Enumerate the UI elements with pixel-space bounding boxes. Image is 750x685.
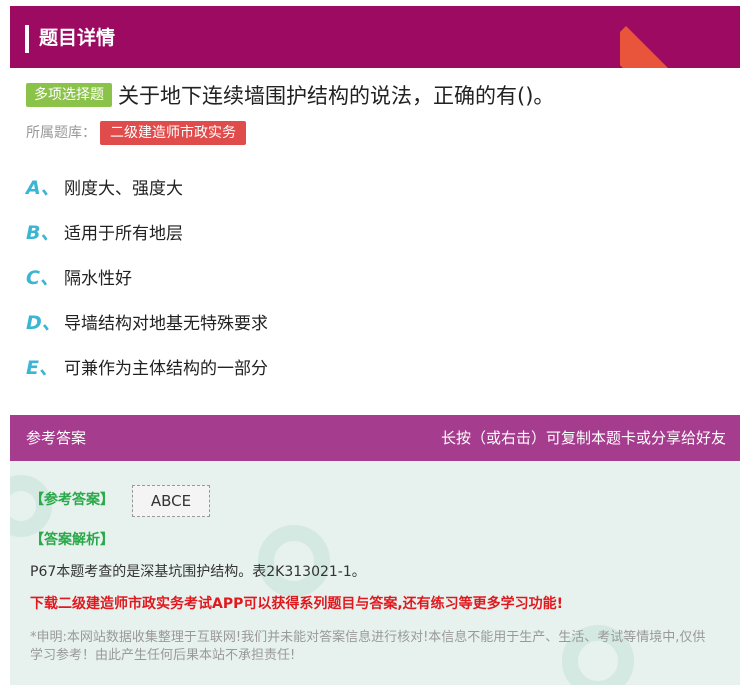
- option-text: 可兼作为主体结构的一部分: [64, 359, 268, 379]
- page-title: 题目详情: [39, 27, 116, 49]
- answer-header: 参考答案 长按（或右击）可复制本题卡或分享给好友: [10, 415, 740, 461]
- option-text: 刚度大、强度大: [64, 179, 183, 199]
- option-letter: A、: [26, 177, 60, 199]
- share-hint: 长按（或右击）可复制本题卡或分享给好友: [440, 429, 726, 447]
- question-bank-tag[interactable]: 二级建造师市政实务: [100, 121, 246, 145]
- option-text: 导墙结构对地基无特殊要求: [64, 314, 268, 334]
- option-letter: E、: [26, 357, 58, 379]
- header-accent-bar: [25, 25, 29, 53]
- corner-badge: 题卡: [620, 6, 740, 68]
- question-bank-row: 所属题库： 二级建造师市政实务: [26, 121, 246, 145]
- analysis-label: 【答案解析】: [30, 532, 114, 548]
- analysis-text: P67本题考查的是深基坑围护结构。表2K313021-1。: [30, 564, 366, 580]
- option-text: 隔水性好: [64, 269, 132, 289]
- option-letter: B、: [26, 222, 60, 244]
- option-letter: C、: [26, 267, 59, 289]
- question-type-tag: 多项选择题: [26, 83, 112, 107]
- option-d[interactable]: D、 导墙结构对地基无特殊要求: [26, 305, 268, 350]
- answer-label: 【参考答案】: [30, 492, 114, 508]
- corner-badge-label: 题卡: [620, 26, 733, 68]
- question-text: 关于地下连续墙围护结构的说法，正确的有()。: [118, 84, 555, 108]
- question-stem: 多项选择题 关于地下连续墙围护结构的说法，正确的有()。: [26, 80, 740, 110]
- answer-section: 参考答案 长按（或右击）可复制本题卡或分享给好友 【参考答案】 ABCE 【答案…: [10, 415, 740, 685]
- option-c[interactable]: C、 隔水性好: [26, 260, 268, 305]
- question-bank-label: 所属题库：: [26, 125, 96, 141]
- app-download-promo[interactable]: 下载二级建造师市政实务考试APP可以获得系列题目与答案,还有练习等更多学习功能!: [30, 593, 563, 613]
- option-b[interactable]: B、 适用于所有地层: [26, 215, 268, 260]
- answer-value[interactable]: ABCE: [132, 485, 210, 517]
- options-list: A、 刚度大、强度大 B、 适用于所有地层 C、 隔水性好 D、 导墙结构对地基无特殊要…: [26, 170, 268, 395]
- disclaimer-text: *申明:本网站数据收集整理于互联网!我们并未能对答案信息进行核对!本信息不能用于…: [30, 630, 706, 663]
- option-text: 适用于所有地层: [64, 224, 183, 244]
- option-e[interactable]: E、 可兼作为主体结构的一部分: [26, 350, 268, 395]
- option-letter: D、: [26, 312, 61, 334]
- option-a[interactable]: A、 刚度大、强度大: [26, 170, 268, 215]
- answer-section-title: 参考答案: [26, 429, 87, 447]
- page-header: 题目详情 题卡: [10, 6, 740, 68]
